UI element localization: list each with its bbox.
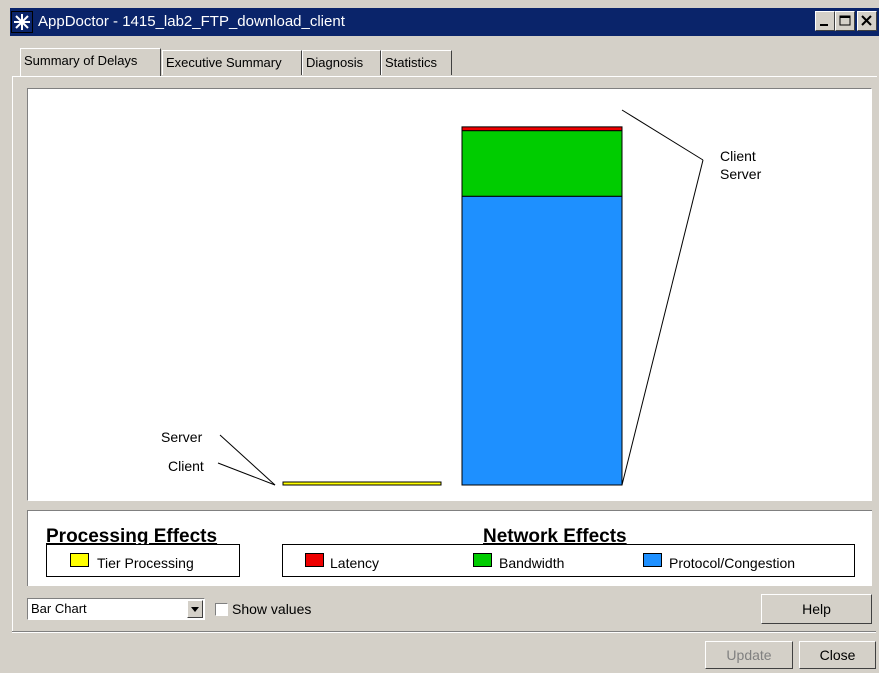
close-button[interactable]: Close — [799, 641, 876, 669]
separator — [12, 631, 876, 633]
bar-protocol-congestion — [461, 195, 623, 486]
network-annotation-server: Server — [720, 166, 762, 182]
tier-processing-label: Tier Processing — [97, 555, 194, 571]
processing-annotation-server: Server — [161, 429, 203, 445]
tier-processing-swatch — [70, 553, 89, 567]
show-values-checkbox[interactable] — [215, 603, 228, 616]
dropdown-button[interactable] — [187, 600, 203, 618]
chart-type-value: Bar Chart — [31, 601, 87, 616]
bar-bandwidth — [461, 130, 623, 197]
processing-annotation-line-client — [217, 462, 276, 486]
bar-tier-processing — [282, 481, 442, 486]
minimize-icon — [820, 24, 828, 26]
tab-executive-summary[interactable]: Executive Summary — [162, 50, 302, 75]
tab-statistics[interactable]: Statistics — [381, 50, 452, 75]
tab-summary-of-delays[interactable]: Summary of Delays — [20, 48, 161, 76]
minimize-button[interactable] — [815, 11, 835, 31]
chevron-down-icon — [191, 607, 199, 612]
protocol-congestion-swatch — [643, 553, 662, 567]
maximize-button[interactable] — [835, 11, 855, 31]
update-button[interactable]: Update — [705, 641, 793, 669]
window-title: AppDoctor - 1415_lab2_FTP_download_clien… — [38, 13, 345, 30]
processing-annotation-line-server — [219, 434, 276, 486]
latency-swatch — [305, 553, 324, 567]
bar-latency — [461, 126, 623, 132]
bandwidth-label: Bandwidth — [499, 555, 565, 571]
bandwidth-swatch — [473, 553, 492, 567]
maximize-icon — [839, 15, 851, 26]
processing-annotation-client: Client — [168, 458, 204, 474]
show-values-label[interactable]: Show values — [232, 601, 311, 617]
network-annotation-client: Client — [720, 148, 756, 164]
protocol-congestion-label: Protocol/Congestion — [669, 555, 796, 571]
network-annotation-line-bottom — [621, 159, 704, 486]
help-button[interactable]: Help — [761, 594, 872, 624]
window-close-button[interactable] — [857, 11, 877, 31]
tab-diagnosis[interactable]: Diagnosis — [302, 50, 381, 75]
app-icon — [11, 11, 33, 33]
chart-type-dropdown[interactable]: Bar Chart — [27, 598, 205, 620]
delay-chart: Client Server Server Client — [27, 88, 872, 501]
delay-bar-chart: Client Server Server Client — [161, 109, 762, 486]
close-icon — [861, 15, 872, 26]
network-annotation-line-top — [621, 109, 704, 161]
latency-label: Latency — [330, 555, 380, 571]
